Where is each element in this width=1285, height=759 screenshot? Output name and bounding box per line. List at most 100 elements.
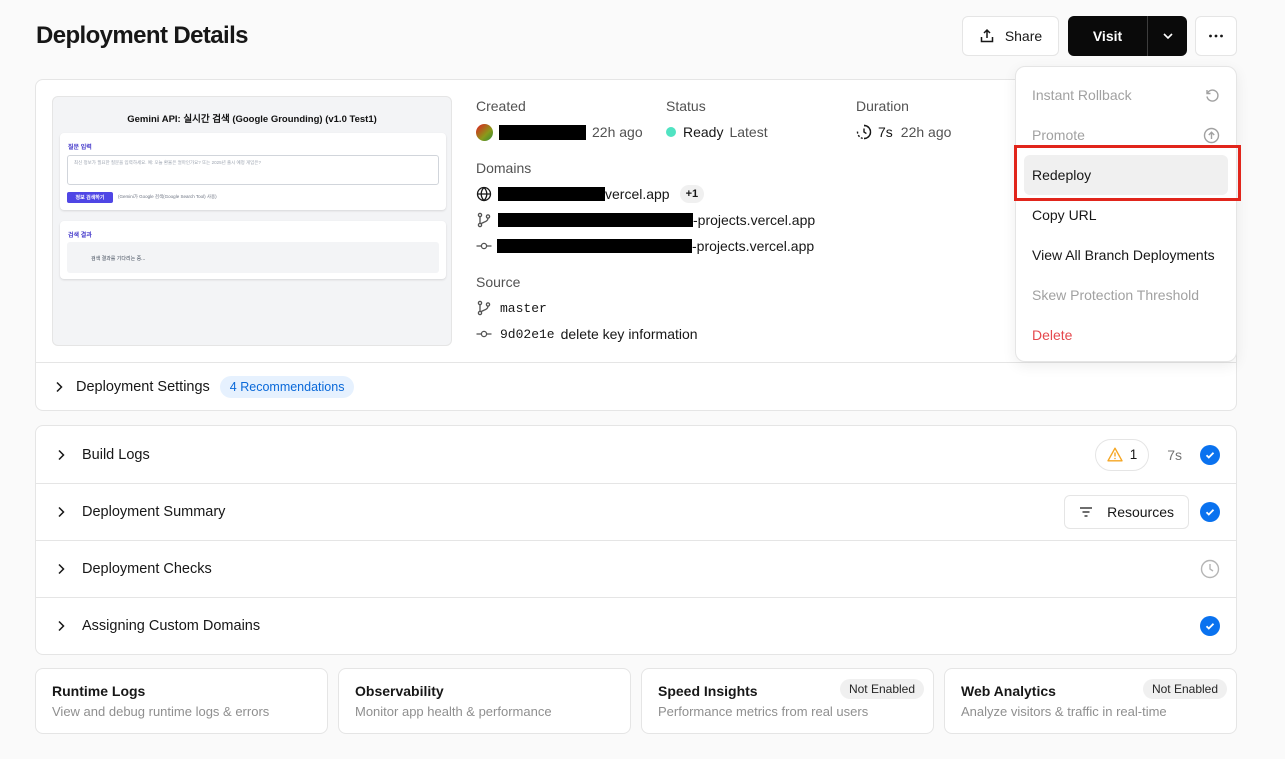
chevron-down-icon bbox=[1162, 33, 1173, 40]
domain-3[interactable]: -projects.vercel.app bbox=[692, 238, 814, 254]
deployment-summary-label[interactable]: Deployment Summary bbox=[82, 504, 225, 520]
source-branch[interactable]: master bbox=[476, 298, 547, 318]
menu-item-view-all-branch-deployments[interactable]: View All Branch Deployments bbox=[1016, 235, 1236, 275]
visit-button[interactable]: Visit bbox=[1068, 16, 1147, 56]
menu-item-label: Promote bbox=[1032, 127, 1085, 143]
git-branch-icon bbox=[477, 212, 491, 228]
preview-question-input: 최신 정보가 필요한 질문을 입력하세요. 예: 오늘 환율은 얼마인가요? 또… bbox=[67, 155, 439, 185]
status-tag: Latest bbox=[729, 124, 768, 140]
status-label: Status bbox=[666, 98, 706, 114]
status-dot-icon bbox=[666, 127, 676, 137]
clock-icon bbox=[1200, 559, 1220, 579]
resources-button[interactable]: Resources bbox=[1064, 495, 1189, 529]
duration-ago: 22h ago bbox=[900, 124, 952, 140]
more-domains-badge[interactable]: +1 bbox=[679, 185, 705, 203]
menu-item-instant-rollback[interactable]: Instant Rollback bbox=[1016, 75, 1236, 115]
status-value: Ready bbox=[683, 124, 724, 140]
deployment-preview[interactable]: Gemini API: 실시간 검색 (Google Grounding) (v… bbox=[52, 96, 452, 346]
share-button[interactable]: Share bbox=[962, 16, 1059, 56]
preview-question-label: 질문 입력 bbox=[68, 145, 92, 151]
preview-result-panel: 검색 결과 검색 결과를 기다리는 중... bbox=[60, 221, 446, 279]
redacted-domain bbox=[497, 239, 692, 253]
domain-row-2[interactable]: -projects.vercel.app bbox=[476, 210, 815, 230]
chevron-right-icon bbox=[58, 449, 65, 460]
menu-item-skew-protection-threshold[interactable]: Skew Protection Threshold bbox=[1016, 275, 1236, 315]
redacted-author bbox=[499, 124, 586, 140]
more-options-button[interactable] bbox=[1195, 16, 1237, 56]
git-commit-icon bbox=[476, 330, 492, 338]
card-subtitle: Performance metrics from real users bbox=[658, 704, 869, 719]
card-subtitle: Monitor app health & performance bbox=[355, 704, 552, 719]
menu-item-label: Instant Rollback bbox=[1032, 87, 1132, 103]
deployment-summary-row[interactable]: Deployment Summary Resources bbox=[36, 483, 1236, 540]
chevron-right-icon bbox=[58, 563, 65, 575]
recommendations-badge[interactable]: 4 Recommendations bbox=[219, 376, 355, 398]
menu-item-label: Skew Protection Threshold bbox=[1032, 287, 1200, 303]
menu-item-copy-url[interactable]: Copy URL bbox=[1016, 195, 1236, 235]
git-commit-icon bbox=[476, 242, 492, 250]
web-analytics-card[interactable]: Web Analytics Analyze visitors & traffic… bbox=[944, 668, 1237, 734]
duration-value: 7s bbox=[878, 124, 893, 140]
deployment-checks-row[interactable]: Deployment Checks bbox=[36, 540, 1236, 597]
redacted-domain bbox=[498, 213, 693, 227]
check-circle-icon bbox=[1200, 444, 1220, 465]
build-duration: 7s bbox=[1167, 446, 1182, 463]
warning-icon bbox=[1106, 447, 1123, 462]
share-label: Share bbox=[1004, 28, 1043, 44]
not-enabled-badge: Not Enabled bbox=[1142, 679, 1227, 699]
deployment-settings-row[interactable]: Deployment Settings 4 Recommendations bbox=[52, 375, 355, 399]
source-commit[interactable]: 9d02e1e delete key information bbox=[476, 324, 698, 344]
menu-item-label: Copy URL bbox=[1032, 207, 1097, 223]
menu-item-delete[interactable]: Delete bbox=[1016, 315, 1236, 355]
check-circle-icon bbox=[1200, 502, 1220, 522]
commit-message: delete key information bbox=[560, 326, 698, 342]
check-circle-icon bbox=[1200, 616, 1220, 636]
chevron-right-icon bbox=[58, 620, 65, 632]
domain-2[interactable]: -projects.vercel.app bbox=[693, 212, 815, 228]
card-title: Observability bbox=[355, 683, 444, 699]
domain-1[interactable]: vercel.app bbox=[605, 186, 670, 202]
build-logs-label[interactable]: Build Logs bbox=[82, 447, 150, 463]
redacted-domain bbox=[498, 187, 605, 201]
duration-label: Duration bbox=[856, 98, 909, 114]
domain-row-1[interactable]: vercel.app +1 bbox=[476, 184, 705, 204]
duration-info: 7s 22h ago bbox=[856, 122, 951, 142]
card-title: Web Analytics bbox=[961, 683, 1056, 699]
assigning-custom-domains-label[interactable]: Assigning Custom Domains bbox=[82, 618, 260, 634]
commit-hash[interactable]: 9d02e1e bbox=[500, 327, 555, 342]
menu-item-label: View All Branch Deployments bbox=[1032, 247, 1215, 263]
visit-dropdown-button[interactable] bbox=[1147, 16, 1187, 56]
preview-result-label: 검색 결과 bbox=[68, 233, 92, 239]
build-logs-row[interactable]: Build Logs 1 7s bbox=[36, 426, 1236, 483]
promote-icon bbox=[1203, 127, 1220, 143]
preview-search-button: 정보 검색하기 bbox=[67, 192, 113, 203]
observability-card[interactable]: Observability Monitor app health & perfo… bbox=[338, 668, 631, 734]
card-subtitle: View and debug runtime logs & errors bbox=[52, 704, 270, 719]
filter-icon bbox=[1080, 507, 1093, 517]
preview-note: (Gemini가 Google 검색(Google Search Tool) 사… bbox=[118, 194, 217, 199]
warning-count: 1 bbox=[1129, 447, 1138, 462]
globe-icon bbox=[476, 186, 492, 202]
domain-row-3[interactable]: -projects.vercel.app bbox=[476, 236, 814, 256]
assigning-custom-domains-row[interactable]: Assigning Custom Domains bbox=[36, 597, 1236, 654]
card-title: Speed Insights bbox=[658, 683, 758, 699]
build-steps-card: Build Logs 1 7s Deployment Summary Resou… bbox=[35, 425, 1237, 655]
git-branch-icon bbox=[477, 300, 491, 316]
timer-icon bbox=[856, 124, 872, 140]
ellipsis-icon bbox=[1209, 34, 1223, 38]
branch-name[interactable]: master bbox=[500, 301, 547, 316]
created-info: 22h ago bbox=[476, 122, 643, 142]
avatar bbox=[476, 123, 493, 141]
card-title: Runtime Logs bbox=[52, 683, 146, 699]
runtime-logs-card[interactable]: Runtime Logs View and debug runtime logs… bbox=[35, 668, 328, 734]
chevron-right-icon bbox=[58, 506, 65, 518]
more-options-menu: Instant Rollback Promote Redeploy Copy U… bbox=[1015, 66, 1237, 362]
speed-insights-card[interactable]: Speed Insights Performance metrics from … bbox=[641, 668, 934, 734]
warning-count-badge[interactable]: 1 bbox=[1094, 438, 1150, 471]
resources-label: Resources bbox=[1107, 504, 1174, 520]
divider bbox=[36, 362, 1236, 363]
source-label: Source bbox=[476, 274, 521, 290]
deployment-checks-label[interactable]: Deployment Checks bbox=[82, 561, 212, 577]
deployment-settings-label[interactable]: Deployment Settings bbox=[76, 379, 210, 395]
not-enabled-badge: Not Enabled bbox=[839, 679, 924, 699]
